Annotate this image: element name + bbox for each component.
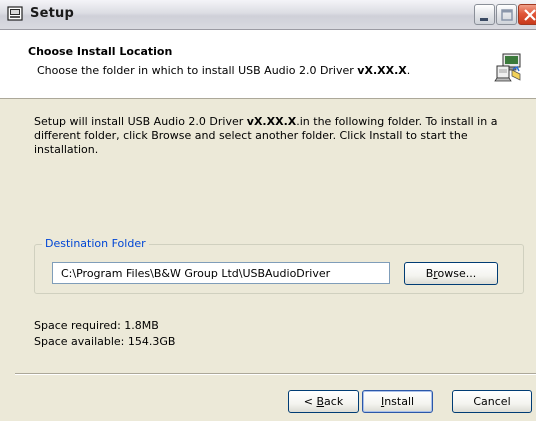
- space-required: Space required: 1.8MB: [34, 319, 159, 332]
- intro-text: Setup will install USB Audio 2.0 Driver …: [34, 115, 524, 157]
- page-subtitle: Choose the folder in which to install US…: [37, 64, 410, 77]
- space-available: Space available: 154.3GB: [34, 335, 176, 348]
- back-button[interactable]: < Back: [288, 390, 359, 413]
- setup-window: Setup Choose Install Location Choose the…: [0, 0, 536, 421]
- cancel-button[interactable]: Cancel: [452, 390, 532, 413]
- minimize-button[interactable]: [474, 4, 495, 25]
- browse-label-b: owse...: [437, 267, 477, 280]
- header-panel: Choose Install Location Choose the folde…: [0, 30, 536, 99]
- window-title: Setup: [30, 6, 74, 21]
- back-label-a: <: [303, 395, 317, 408]
- back-label-b: ack: [324, 395, 344, 408]
- minimize-icon: [480, 18, 488, 21]
- subtitle-prefix: Choose the folder in which to install US…: [37, 64, 358, 77]
- install-button[interactable]: Install: [362, 390, 433, 413]
- destination-folder-label: Destination Folder: [42, 237, 149, 250]
- setup-window-icon: [7, 6, 23, 21]
- destination-path-input[interactable]: [52, 262, 390, 284]
- page-title: Choose Install Location: [28, 45, 173, 58]
- subtitle-version: vX.XX.X: [357, 64, 407, 77]
- browse-button[interactable]: Browse...: [404, 262, 498, 285]
- intro-version: vX.XX.X: [246, 115, 297, 128]
- installer-computer-icon: [494, 53, 521, 82]
- maximize-button[interactable]: [496, 4, 517, 25]
- maximize-icon: [501, 9, 513, 21]
- title-bar[interactable]: Setup: [0, 0, 536, 30]
- close-button[interactable]: [518, 4, 536, 25]
- close-icon: [524, 9, 536, 21]
- back-label-access-key: B: [316, 395, 325, 408]
- install-label-b: nstall: [384, 395, 415, 408]
- subtitle-suffix: .: [406, 64, 411, 77]
- footer-separator: [15, 373, 536, 375]
- intro-part1: Setup will install USB Audio 2.0 Driver: [34, 115, 247, 128]
